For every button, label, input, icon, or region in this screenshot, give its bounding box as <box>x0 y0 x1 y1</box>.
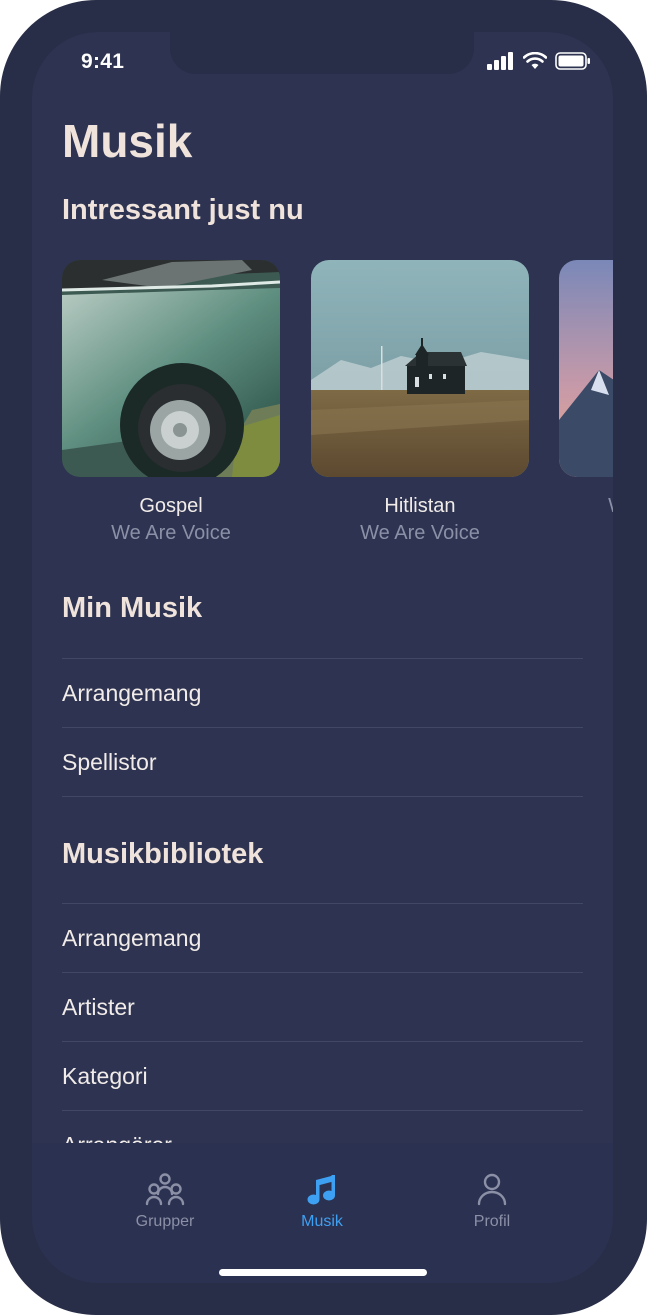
list-item-arrangemang[interactable]: Arrangemang <box>62 903 583 972</box>
list-item-arrangemang[interactable]: Arrangemang <box>62 658 583 727</box>
page-title: Musik <box>62 115 193 167</box>
notch <box>170 32 474 74</box>
library-heading: Musikbibliotek <box>62 838 264 870</box>
music-note-icon <box>307 1175 335 1205</box>
featured-carousel[interactable]: Gospel We Are Voice Hitlistan We Are Voi… <box>62 260 613 560</box>
tab-label: Profil <box>473 1213 511 1230</box>
card-title: Hitlistan <box>384 495 456 517</box>
tab-musik[interactable]: Musik <box>252 1169 392 1231</box>
featured-heading: Intressant just nu <box>62 194 304 226</box>
profile-icon <box>477 1173 507 1206</box>
library-list: Arrangemang Artister Kategori Arrangörer <box>62 903 583 1179</box>
list-item-spellistor[interactable]: Spellistor <box>62 727 583 797</box>
status-icons <box>487 52 591 70</box>
card-subtitle: We Are Voice <box>559 495 613 518</box>
status-time: 9:41 <box>81 50 125 73</box>
device-frame: 9:41 Musik Intressant just nu Gospel We … <box>0 0 647 1315</box>
tab-bar: Grupper Musik Profil <box>32 1143 613 1283</box>
tab-label: Musik <box>301 1213 343 1230</box>
card-subtitle: We Are Voice <box>111 522 231 544</box>
tab-grupper[interactable]: Grupper <box>95 1169 235 1231</box>
tab-profil[interactable]: Profil <box>422 1169 562 1231</box>
list-item-artister[interactable]: Artister <box>62 972 583 1041</box>
groups-icon <box>145 1173 185 1206</box>
card-subtitle: We Are Voice <box>360 522 480 544</box>
tab-label: Grupper <box>135 1213 195 1230</box>
battery-icon <box>555 52 590 70</box>
featured-card-hitlistan[interactable]: Hitlistan We Are Voice <box>311 260 529 545</box>
card-image-car <box>62 260 280 477</box>
screen: 9:41 Musik Intressant just nu Gospel We … <box>32 32 613 1283</box>
card-image-mountain <box>559 260 613 477</box>
list-item-kategori[interactable]: Kategori <box>62 1041 583 1110</box>
featured-card-gospel[interactable]: Gospel We Are Voice <box>62 260 280 545</box>
wifi-icon <box>523 52 547 69</box>
card-title: Gospel <box>139 495 203 517</box>
my-music-heading: Min Musik <box>62 592 203 624</box>
my-music-list: Arrangemang Spellistor <box>62 658 583 797</box>
signal-icon <box>487 52 513 70</box>
featured-card-mountain[interactable]: We Are Voice <box>559 260 613 518</box>
home-indicator[interactable] <box>219 1269 427 1276</box>
card-image-church <box>311 260 529 477</box>
